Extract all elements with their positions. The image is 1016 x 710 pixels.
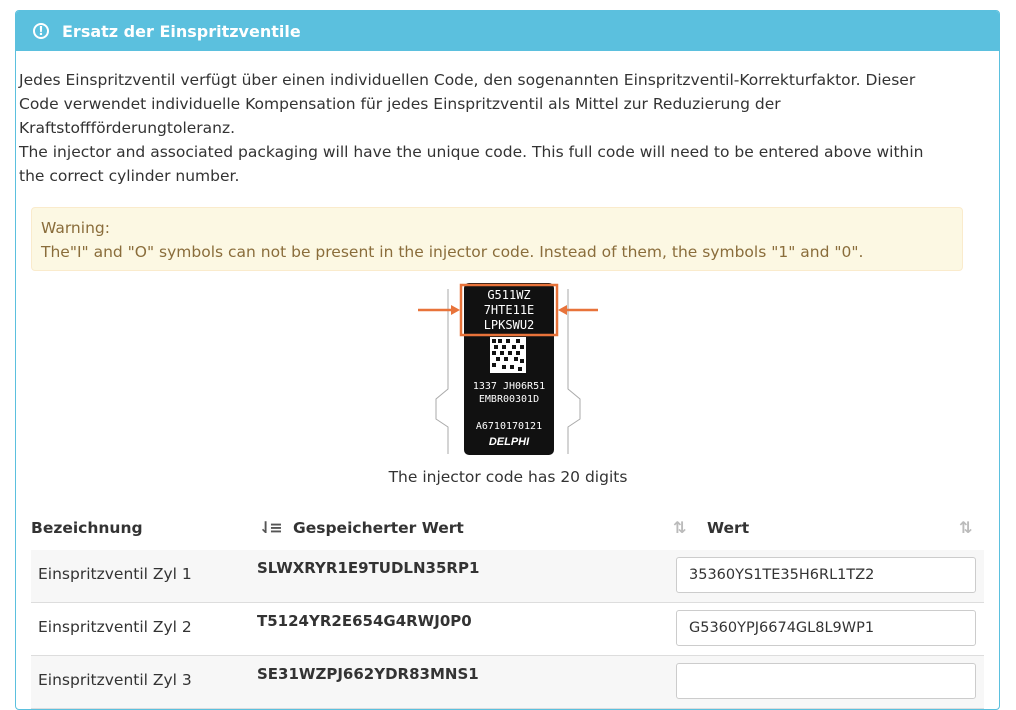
description-line: Kraftstoffförderungtoleranz.	[19, 119, 236, 137]
description-line: Code verwendet individuelle Kompensation…	[19, 95, 781, 113]
serial-line-2: EMBR00301D	[479, 394, 539, 405]
injector-label-figure: G511WZ 7HTE11E LPKSWU2 1337 JH06R51 EMBR…	[408, 279, 608, 484]
description-line: Jedes Einspritzventil verfügt über einen…	[19, 71, 916, 89]
brand-logo: DELPHI	[489, 436, 530, 448]
injector-code-input[interactable]	[676, 663, 976, 699]
sort-asc-icon[interactable]: ⇃≡	[259, 518, 283, 537]
row-stored-value: T5124YR2E654G4RWJ0P0	[257, 612, 472, 630]
code-line-3: LPKSWU2	[484, 318, 535, 332]
warning-title: Warning:	[41, 219, 110, 237]
figure-caption: The injector code has 20 digits	[388, 468, 628, 486]
datamatrix-code	[490, 337, 526, 373]
row-name: Einspritzventil Zyl 2	[38, 618, 192, 636]
sort-icon[interactable]: ⇅	[673, 518, 687, 537]
description-line: the correct cylinder number.	[19, 167, 240, 185]
row-name: Einspritzventil Zyl 3	[38, 671, 192, 689]
description: Jedes Einspritzventil verfügt über einen…	[19, 68, 959, 188]
table-header: Bezeichnung ⇃≡ Gespeicherter Wert ⇅ Wert…	[31, 508, 984, 552]
sort-icon[interactable]: ⇅	[959, 518, 973, 537]
panel-header: ! Ersatz der Einspritzventile	[16, 11, 999, 51]
column-header-value[interactable]: Wert	[707, 519, 749, 537]
row-name: Einspritzventil Zyl 1	[38, 565, 192, 583]
part-number: A6710170121	[476, 421, 542, 432]
row-stored-value: SE31WZPJ662YDR83MNS1	[257, 665, 479, 683]
table-row: Einspritzventil Zyl 3 SE31WZPJ662YDR83MN…	[31, 656, 984, 709]
injector-label-illustration: G511WZ 7HTE11E LPKSWU2 1337 JH06R51 EMBR…	[418, 283, 598, 455]
injector-code-input[interactable]	[676, 557, 976, 593]
injector-code-input[interactable]	[676, 610, 976, 646]
code-line-1: G511WZ	[487, 288, 530, 302]
description-line: The injector and associated packaging wi…	[19, 143, 924, 161]
warning-text: The"I" and "O" symbols can not be presen…	[41, 243, 864, 261]
table-row: Einspritzventil Zyl 1 SLWXRYR1E9TUDLN35R…	[31, 550, 984, 603]
code-line-2: 7HTE11E	[484, 303, 535, 317]
serial-line-1: 1337 JH06R51	[473, 381, 545, 392]
panel-title: Ersatz der Einspritzventile	[62, 21, 301, 41]
column-header-stored[interactable]: Gespeicherter Wert	[293, 519, 464, 537]
row-stored-value: SLWXRYR1E9TUDLN35RP1	[257, 559, 480, 577]
info-circle-icon: !	[33, 23, 49, 39]
table-row: Einspritzventil Zyl 2 T5124YR2E654G4RWJ0…	[31, 603, 984, 656]
column-header-name[interactable]: Bezeichnung	[31, 519, 143, 537]
warning-alert: Warning: The"I" and "O" symbols can not …	[31, 207, 963, 271]
